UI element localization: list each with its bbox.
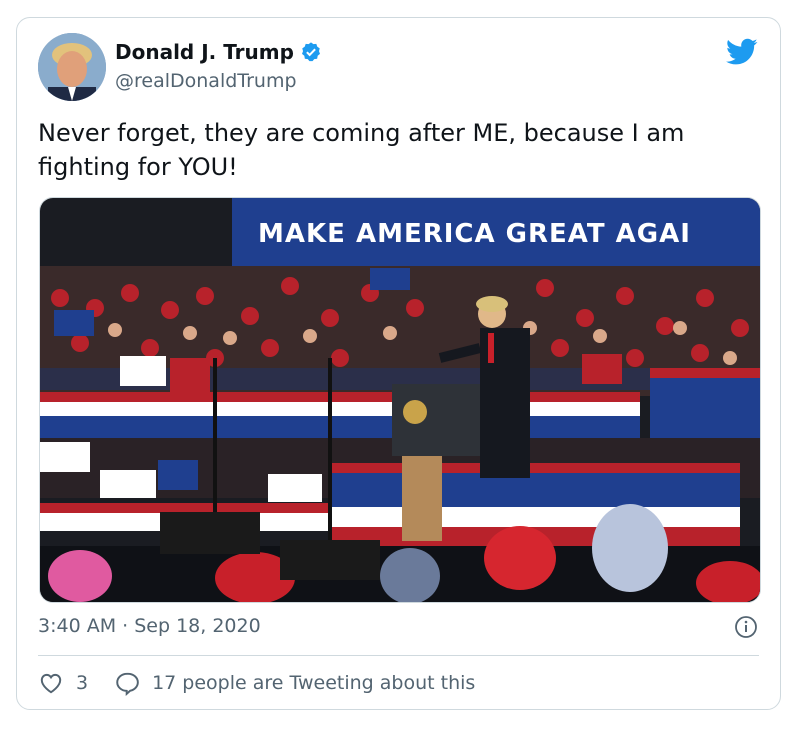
banner-text: MAKE AMERICA GREAT AGAI [258, 219, 691, 249]
tweet-timestamp[interactable]: 3:40 AM · Sep 18, 2020 [38, 615, 261, 637]
verified-badge-icon [301, 42, 320, 62]
tweeting-about-label: 17 people are Tweeting about this [152, 672, 476, 694]
tweet-text: Never forget, they are coming after ME, … [38, 119, 685, 181]
tweeting-about-link[interactable]: 17 people are Tweeting about this [114, 670, 475, 696]
like-button[interactable]: 3 [38, 670, 88, 696]
author-name[interactable]: Donald J. Trump [115, 40, 322, 64]
tweet-actions: 3 17 people are Tweeting about this [38, 670, 501, 696]
reply-icon [116, 672, 139, 696]
info-icon[interactable] [734, 615, 758, 639]
twitter-bird-icon[interactable] [726, 38, 758, 66]
avatar[interactable] [38, 33, 106, 101]
author-handle[interactable]: @realDonaldTrump [115, 70, 297, 92]
tweet-photo[interactable]: MAKE AMERICA GREAT AGAI [39, 197, 761, 603]
tweet-card: Donald J. Trump @realDonaldTrump Never f… [16, 17, 781, 710]
author-name-text[interactable]: Donald J. Trump [115, 40, 294, 64]
divider [38, 655, 759, 656]
like-count: 3 [76, 672, 89, 694]
heart-icon [40, 673, 62, 694]
